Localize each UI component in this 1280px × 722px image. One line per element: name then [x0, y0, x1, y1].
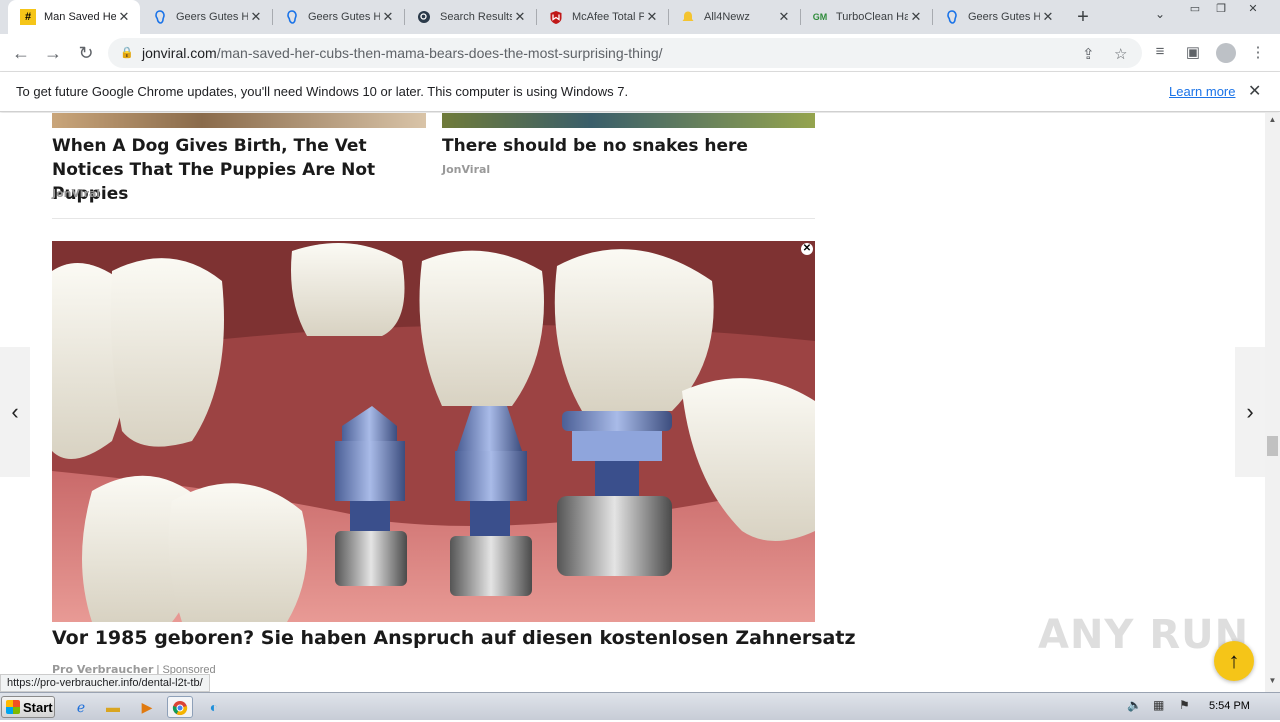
back-arrow-icon[interactable]: ← [9, 41, 33, 65]
page-viewport: When A Dog Gives Birth, The Vet Notices … [0, 113, 1265, 692]
profile-avatar[interactable] [1216, 43, 1236, 63]
close-tab-icon[interactable]: ✕ [644, 9, 660, 25]
page-scrollbar[interactable]: ▲ ▼ [1265, 113, 1280, 692]
reload-icon[interactable]: ↻ [74, 41, 98, 65]
section-divider [52, 218, 815, 219]
dental-implant-illustration [52, 241, 815, 622]
menu-kebab-icon[interactable]: ⋮ [1248, 43, 1268, 61]
mcafee-shield-icon [548, 9, 564, 25]
ear-icon [944, 9, 960, 25]
volume-icon[interactable]: 🔈 [1127, 698, 1142, 712]
learn-more-link[interactable]: Learn more [1169, 84, 1235, 99]
snake-article-title[interactable]: There should be no snakes here [442, 134, 815, 158]
bell-icon [680, 9, 696, 25]
address-bar[interactable]: 🔒 jonviral.com/man-saved-her-cubs-then-m… [108, 38, 1142, 68]
snake-article-source: JonViral [442, 163, 491, 176]
scroll-up-icon[interactable]: ▲ [1265, 115, 1280, 124]
star-icon[interactable]: ☆ [1114, 45, 1127, 63]
tab-strip: # Man Saved He ✕ Geers Gutes H ✕ Geers G… [0, 0, 1280, 34]
dog-article-title[interactable]: When A Dog Gives Birth, The Vet Notices … [52, 134, 432, 206]
search-result-icon [416, 9, 432, 25]
tab-search-results[interactable]: Search Results ✕ [404, 0, 536, 34]
action-center-flag-icon[interactable]: ⚑ [1179, 698, 1190, 712]
folder-icon[interactable]: ▬ [100, 696, 126, 718]
forward-arrow-icon[interactable]: → [41, 41, 65, 65]
side-panel-icon[interactable]: ▣ [1183, 43, 1203, 61]
minimize-icon[interactable]: ▭ [1184, 2, 1206, 16]
ie-icon[interactable]: ℯ [68, 696, 94, 718]
scroll-down-icon[interactable]: ▼ [1265, 676, 1280, 685]
tab-search-chevron-icon[interactable]: ⌄ [1150, 7, 1170, 21]
update-infobar: To get future Google Chrome updates, you… [0, 72, 1280, 112]
taskbar-clock[interactable]: 5:54 PM [1209, 700, 1250, 712]
reading-list-icon[interactable]: ≡ [1150, 43, 1170, 60]
close-tab-icon[interactable]: ✕ [512, 9, 528, 25]
scroll-to-top-button[interactable]: ↑ [1214, 641, 1254, 681]
next-article-chevron-icon[interactable]: › [1235, 347, 1265, 477]
tab-turboclean[interactable]: GM TurboClean Ha ✕ [800, 0, 932, 34]
ad-close-icon[interactable]: ✕ [801, 243, 813, 255]
tab-mcafee[interactable]: McAfee Total P ✕ [536, 0, 668, 34]
infobar-message: To get future Google Chrome updates, you… [16, 84, 629, 99]
infobar-close-icon[interactable]: ✕ [1248, 81, 1261, 101]
hash-icon: # [20, 9, 36, 25]
snake-article-thumbnail[interactable] [442, 113, 815, 128]
chrome-taskbar-icon[interactable] [167, 696, 193, 718]
tab-geers-3[interactable]: Geers Gutes H ✕ [932, 0, 1064, 34]
start-button[interactable]: Start [1, 696, 55, 718]
dental-implant-ad-image[interactable]: ✕ [52, 241, 815, 622]
tab-geers-2[interactable]: Geers Gutes H ✕ [272, 0, 404, 34]
close-tab-icon[interactable]: ✕ [908, 9, 924, 25]
close-tab-icon[interactable]: ✕ [248, 9, 264, 25]
browser-toolbar: ← → ↻ 🔒 jonviral.com/man-saved-her-cubs-… [0, 34, 1280, 72]
url-text[interactable]: jonviral.com/man-saved-her-cubs-then-mam… [142, 45, 663, 61]
tab-geers-1[interactable]: Geers Gutes H ✕ [140, 0, 272, 34]
share-icon[interactable]: ⇪ [1082, 45, 1095, 63]
ear-icon [284, 9, 300, 25]
restore-icon[interactable]: ❐ [1210, 2, 1232, 16]
edge-icon[interactable]: ◐ [201, 696, 227, 718]
media-player-icon[interactable]: ▶ [134, 696, 160, 718]
close-tab-icon[interactable]: ✕ [1040, 9, 1056, 25]
close-tab-icon[interactable]: ✕ [776, 9, 792, 25]
scrollbar-thumb[interactable] [1267, 436, 1278, 456]
gm-icon: GM [812, 12, 828, 22]
ear-icon [152, 9, 168, 25]
ad-headline[interactable]: Vor 1985 geboren? Sie haben Anspruch auf… [52, 627, 856, 649]
tab-man-saved[interactable]: # Man Saved He ✕ [8, 0, 140, 34]
windows-logo-icon [6, 700, 20, 714]
close-tab-icon[interactable]: ✕ [116, 9, 132, 25]
window-close-icon[interactable]: ✕ [1242, 2, 1264, 16]
close-tab-icon[interactable]: ✕ [380, 9, 396, 25]
windows-taskbar: Start ℯ ▬ ▶ ◐ 🔈 ▦ ⚑ 5:54 PM [0, 692, 1280, 720]
network-icon[interactable]: ▦ [1153, 698, 1164, 712]
status-bar-url: https://pro-verbraucher.info/dental-l2t-… [0, 674, 210, 692]
tab-all4newz[interactable]: All4Newz ✕ [668, 0, 800, 34]
dog-article-source: JonViral [52, 187, 101, 200]
new-tab-button[interactable]: + [1072, 5, 1094, 29]
lock-icon: 🔒 [120, 47, 134, 59]
prev-article-chevron-icon[interactable]: ‹ [0, 347, 30, 477]
dog-article-thumbnail[interactable] [52, 113, 426, 128]
